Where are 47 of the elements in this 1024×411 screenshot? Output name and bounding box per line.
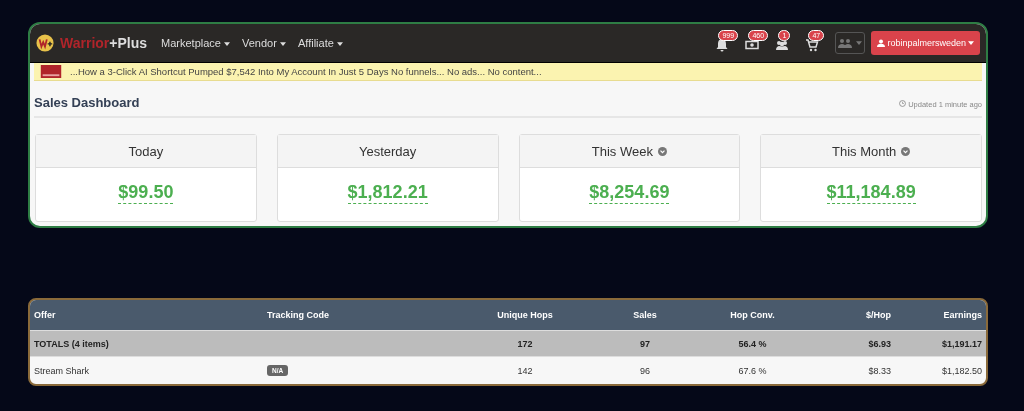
logo-icon: [36, 34, 54, 52]
caret-icon: [968, 41, 974, 45]
cart-icon[interactable]: [805, 38, 820, 52]
stat-label: Yesterday: [358, 143, 417, 159]
table-cell-text: 142: [516, 365, 534, 376]
table-cell-text: TOTALS (4 items): [33, 338, 110, 349]
nav-menu[interactable]: Vendor: [242, 37, 286, 49]
table-cell-text: $6.93: [867, 338, 892, 349]
table-cell-text: $1,182.50: [940, 365, 983, 376]
column-header[interactable]: Earnings: [895, 310, 986, 320]
banknote-icon[interactable]: [745, 38, 760, 52]
column-header[interactable]: Offer: [30, 310, 263, 320]
table-cell-text: 67.6 %: [737, 365, 768, 376]
column-header[interactable]: Unique Hops: [465, 310, 585, 320]
stat-label: Today: [128, 143, 164, 159]
column-header[interactable]: $/Hop: [800, 310, 895, 320]
caret-icon: [279, 42, 286, 47]
table-cell-text: 56.4 %: [737, 338, 768, 349]
table-cell-text: $8.33: [867, 365, 892, 376]
bell-icon[interactable]: [715, 38, 730, 52]
promo-text[interactable]: ...How a 3-Click AI Shortcut Pumped $7,542 Into My Account In Just 5 Days No funnels... No ads... No content...: [70, 66, 542, 77]
brand-name[interactable]: Warrior+Plus: [60, 35, 148, 51]
table-cell-text: 96: [639, 365, 651, 376]
caret-icon: [336, 42, 343, 47]
chevron-down-icon[interactable]: [657, 146, 667, 156]
column-header[interactable]: Sales: [585, 310, 705, 320]
user-menu-button[interactable]: robinpalmersweden: [871, 31, 980, 55]
chevron-down-icon[interactable]: [901, 146, 911, 156]
nav-menu[interactable]: Affiliate: [297, 37, 343, 49]
table-cell-text: Stream Shark: [33, 365, 91, 376]
people-icon: [838, 38, 855, 48]
group-dropdown[interactable]: [835, 32, 866, 54]
stat-label: This Week: [591, 143, 653, 159]
table-cell-text: 97: [639, 338, 651, 349]
caret-icon: [224, 42, 230, 47]
stat-label: This Month: [831, 143, 897, 159]
dashboard-title: Sales Dashboard: [34, 95, 140, 110]
table-cell-text: 172: [516, 338, 534, 349]
nav-menu[interactable]: Marketplace: [161, 37, 230, 49]
table-cell-text: $1,191.17: [940, 338, 983, 349]
column-header[interactable]: Hop Conv.: [705, 310, 800, 320]
clock-icon: [899, 100, 907, 107]
people-icon[interactable]: [775, 38, 790, 52]
caret-icon: [856, 41, 863, 45]
user-icon: [877, 39, 886, 47]
promo-logo-icon: [40, 65, 62, 78]
column-header[interactable]: Tracking Code: [263, 310, 465, 320]
